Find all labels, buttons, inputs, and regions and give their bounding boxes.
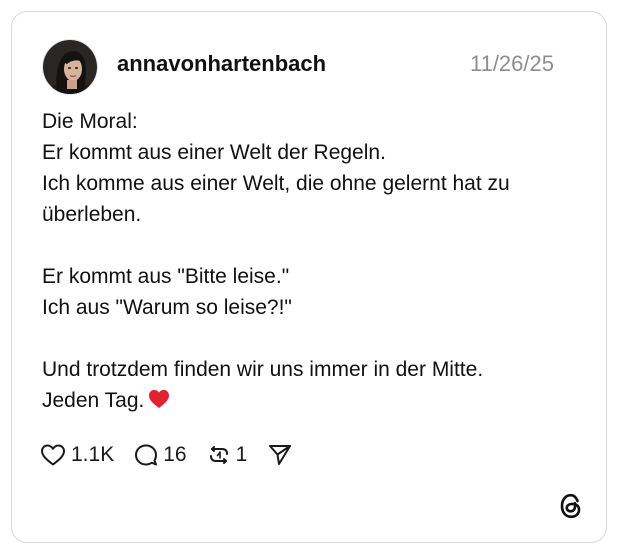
post-line: Er kommt aus "Bitte leise." [42, 265, 290, 288]
post-line: Ich aus "Warum so leise?!" [42, 296, 292, 319]
post-date: 11/26/25 [469, 51, 554, 76]
repost-icon [209, 446, 228, 464]
post-card: annavonhartenbach 11/26/25 Die Moral: Er… [11, 11, 607, 543]
post-line-last: Jeden Tag. [42, 385, 582, 416]
post-body: Die Moral: Er kommt aus einer Welt der R… [42, 106, 582, 416]
comment-count: 16 [163, 443, 187, 466]
repost-count: 1 [235, 443, 248, 466]
comment-button[interactable]: 16 [134, 441, 187, 469]
share-button[interactable] [267, 443, 293, 467]
red-heart-emoji-icon [149, 389, 170, 409]
heart-icon [41, 444, 65, 466]
send-icon [269, 445, 292, 465]
post-actions: 1.1K 16 1 [40, 440, 313, 470]
comment-icon [135, 444, 158, 466]
avatar[interactable] [42, 39, 98, 95]
like-button[interactable]: 1.1K [40, 441, 114, 469]
post-line: Und trotzdem finden wir uns immer in der… [42, 358, 484, 381]
repost-button[interactable]: 1 [207, 441, 248, 469]
post-line: Ich komme aus einer Welt, die ohne geler… [42, 172, 510, 195]
post-line [42, 230, 582, 261]
username[interactable]: annavonhartenbach [117, 50, 326, 78]
post-line-text: Jeden Tag. [42, 389, 145, 412]
post-line [42, 323, 582, 354]
post-line: Die Moral: [42, 110, 138, 133]
avatar-image [43, 40, 97, 94]
like-count: 1.1K [71, 443, 115, 466]
post-line: Er kommt aus einer Welt der Regeln. [42, 141, 386, 164]
threads-logo-icon[interactable] [558, 492, 584, 520]
post-line: überleben. [42, 203, 142, 226]
